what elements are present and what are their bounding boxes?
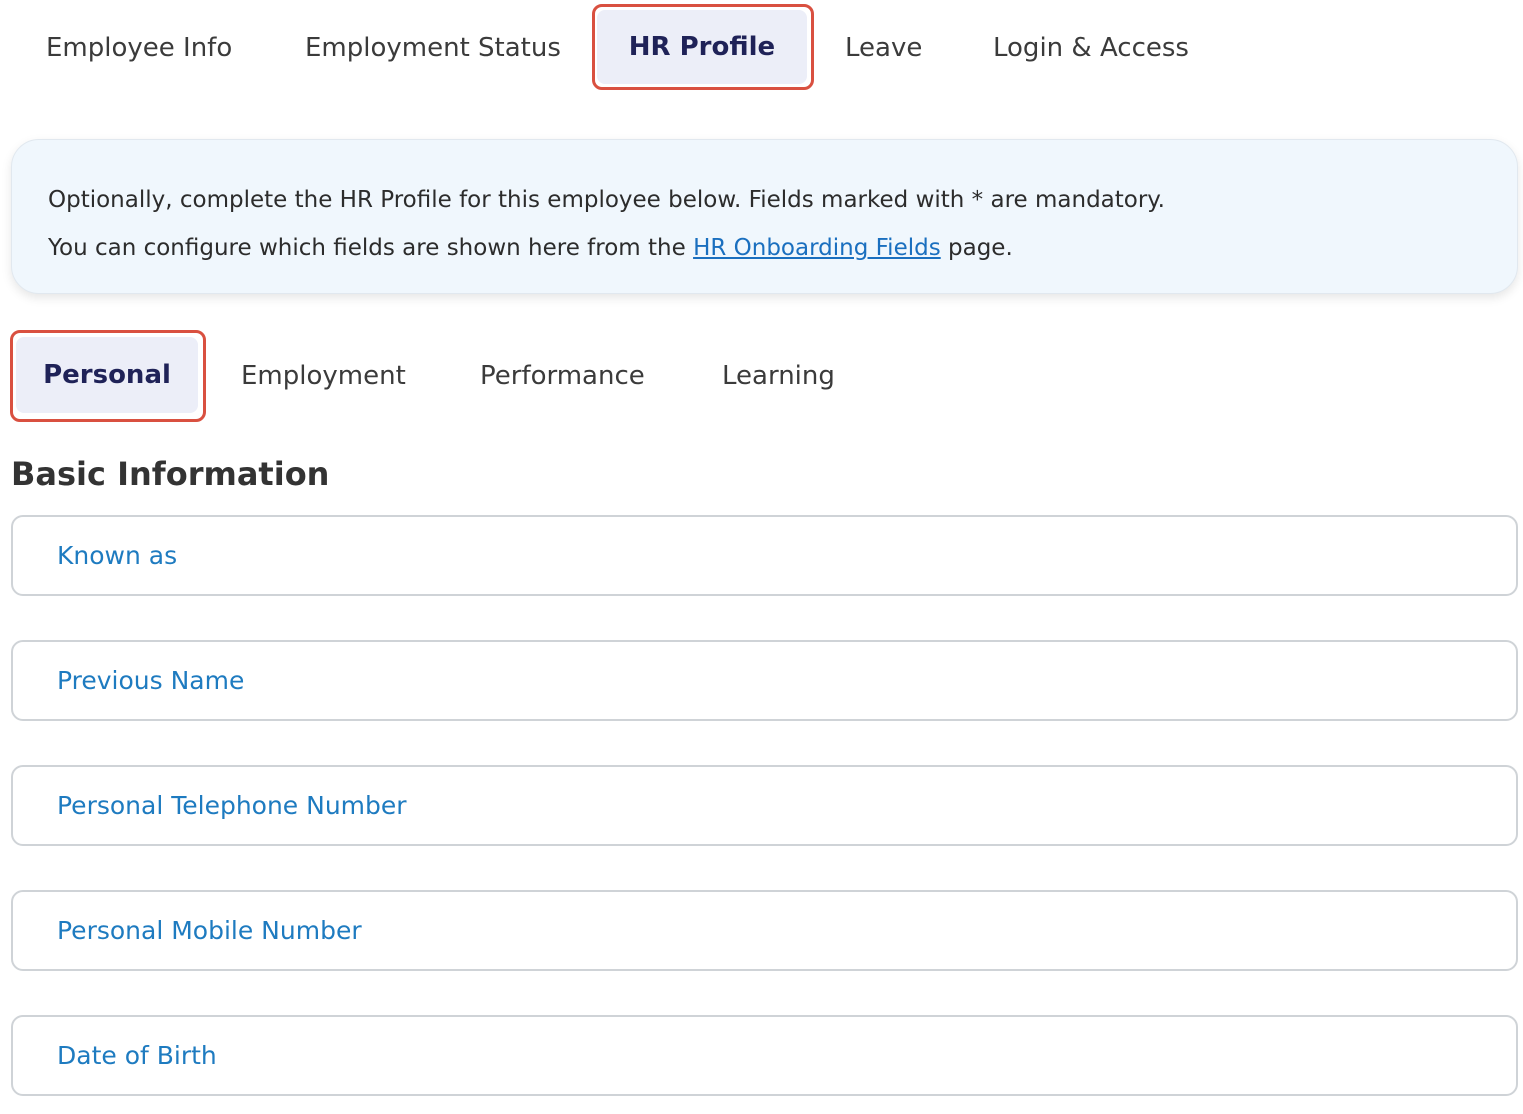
known-as-field[interactable]: Known as	[11, 515, 1518, 596]
sub-tab-bar: Personal Employment Performance Learning	[0, 330, 1523, 422]
tab-login-access[interactable]: Login & Access	[993, 24, 1189, 72]
top-tab-bar: Employee Info Employment Status HR Profi…	[0, 0, 1523, 96]
date-of-birth-field[interactable]: Date of Birth	[11, 1015, 1518, 1096]
subtab-performance[interactable]: Performance	[480, 352, 645, 400]
banner-line-2-prefix: You can configure which fields are shown…	[48, 235, 694, 261]
tab-hr-profile[interactable]: HR Profile	[597, 10, 807, 84]
known-as-label: Known as	[57, 541, 178, 570]
info-banner: Optionally, complete the HR Profile for …	[11, 139, 1518, 294]
subtab-learning[interactable]: Learning	[722, 352, 835, 400]
hr-onboarding-fields-link[interactable]: HR Onboarding Fields	[693, 235, 941, 261]
personal-mobile-field[interactable]: Personal Mobile Number	[11, 890, 1518, 971]
personal-telephone-field[interactable]: Personal Telephone Number	[11, 765, 1518, 846]
tab-employment-status[interactable]: Employment Status	[305, 24, 561, 72]
previous-name-label: Previous Name	[57, 666, 245, 695]
banner-line-1: Optionally, complete the HR Profile for …	[48, 187, 1165, 213]
personal-telephone-label: Personal Telephone Number	[57, 791, 407, 820]
banner-line-2: You can configure which fields are shown…	[48, 224, 1517, 272]
tab-leave[interactable]: Leave	[845, 24, 922, 72]
subtab-employment[interactable]: Employment	[241, 352, 406, 400]
personal-mobile-label: Personal Mobile Number	[57, 916, 362, 945]
date-of-birth-label: Date of Birth	[57, 1041, 217, 1070]
tab-employee-info[interactable]: Employee Info	[46, 24, 232, 72]
section-title: Basic Information	[11, 455, 330, 493]
previous-name-field[interactable]: Previous Name	[11, 640, 1518, 721]
banner-line-2-suffix: page.	[940, 235, 1013, 261]
subtab-personal[interactable]: Personal	[16, 337, 198, 413]
